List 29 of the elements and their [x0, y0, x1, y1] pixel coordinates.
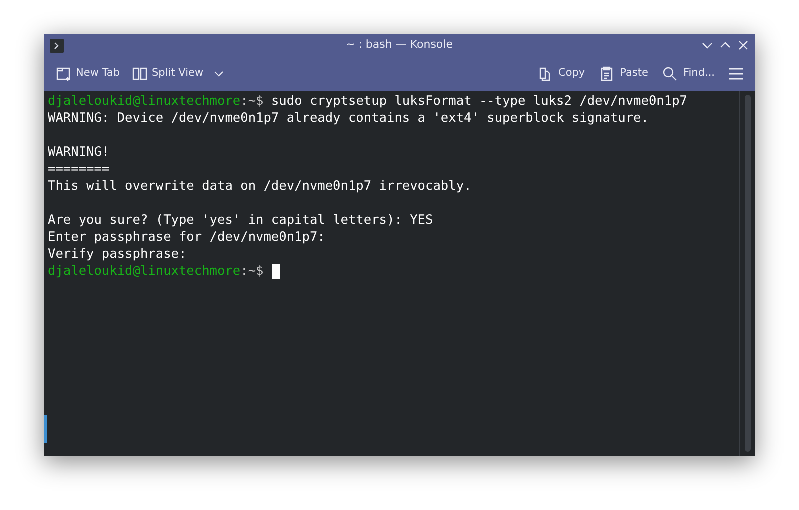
clipboard-icon [599, 66, 616, 82]
search-icon [662, 66, 678, 82]
prompt-user-host: djaleloukid@linuxtechmore [48, 263, 241, 280]
prompt-path: :~$ [240, 263, 264, 280]
close-icon[interactable] [738, 40, 749, 51]
find-button[interactable]: Find... [662, 66, 715, 82]
output-line: WARNING: Device /dev/nvme0n1p7 already contains a 'ext4' superblock signature. [48, 110, 650, 127]
activity-marker [44, 415, 47, 443]
copy-button[interactable]: Copy [537, 66, 586, 82]
paste-button[interactable]: Paste [599, 66, 648, 82]
split-view-button[interactable]: Split View [132, 66, 224, 82]
minimize-icon[interactable] [702, 40, 713, 51]
menu-icon[interactable] [729, 68, 743, 80]
new-tab-icon [56, 66, 72, 82]
chevron-down-icon [214, 71, 224, 77]
text-cursor [272, 264, 280, 279]
output-line: Enter passphrase for /dev/nvme0n1p7: [48, 229, 326, 246]
new-tab-button[interactable]: New Tab [56, 66, 120, 82]
output-line: WARNING! [48, 144, 111, 161]
output-line: ======== [48, 161, 111, 178]
output-line: Verify passphrase: [48, 246, 188, 263]
output-line: Are you sure? (Type 'yes' in capital letters): YES [48, 212, 434, 229]
prompt-path: :~$ [240, 93, 264, 110]
terminal-app-icon [50, 38, 64, 52]
window-title: ~ : bash — Konsole [346, 37, 453, 54]
output-line: This will overwrite data on /dev/nvme0n1p7 irrevocably. [48, 178, 473, 195]
command-text: sudo cryptsetup luksFormat --type luks2 /dev/nvme0n1p7 [270, 93, 688, 110]
prompt-user-host: djaleloukid@linuxtechmore [48, 93, 241, 110]
split-view-icon [132, 66, 148, 82]
